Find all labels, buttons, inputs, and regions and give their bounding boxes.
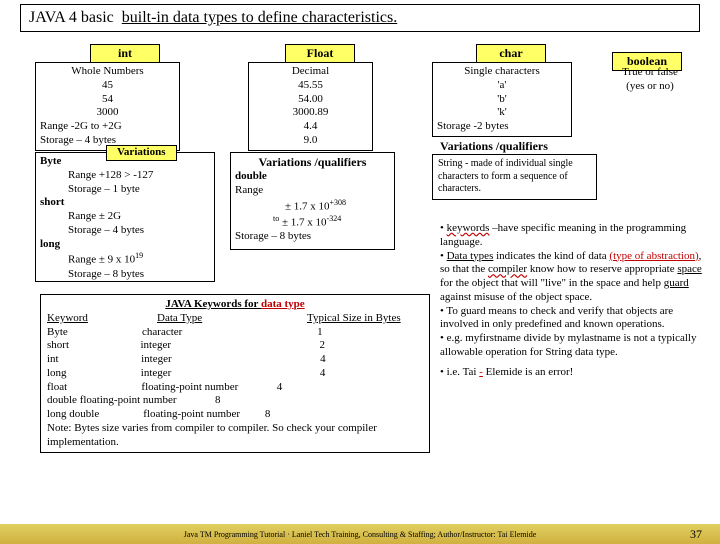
hdr-float: Float <box>285 44 355 63</box>
bool-box: True or false(yes or no) <box>590 66 710 94</box>
char-box: Single characters'a''b' 'k'Storage -2 by… <box>432 62 572 137</box>
keywords-table: JAVA Keywords for data type KeywordData … <box>40 294 430 453</box>
footer: Java TM Programming Tutorial · Laniel Te… <box>0 524 720 544</box>
hdr-int: int <box>90 44 160 63</box>
page-title: JAVA 4 basic built-in data types to defi… <box>20 4 700 32</box>
hdr-char: char <box>476 44 546 63</box>
notes-area: • keywords –have specific meaning in the… <box>440 222 710 379</box>
float-box: Decimal45.5554.00 3000.894.49.0 <box>248 62 373 151</box>
int-variations-box: Variations Byte Range +128 > -127 Storag… <box>35 152 215 282</box>
char-string-box: String - made of individual single chara… <box>432 154 597 200</box>
float-variations-box: Variations /qualifiers double Range ± 1.… <box>230 152 395 250</box>
char-varq-hdr: Variations /qualifiers <box>440 139 548 154</box>
int-box: Whole Numbers45543000 Range -2G to +2GSt… <box>35 62 180 151</box>
